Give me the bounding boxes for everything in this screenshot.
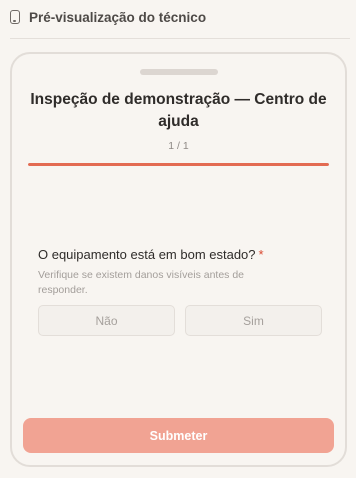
header-divider	[10, 38, 350, 39]
question-hint: Verifique se existem danos visíveis ante…	[38, 269, 245, 296]
progress-bar	[28, 163, 329, 166]
required-marker: *	[258, 247, 264, 262]
option-no-button[interactable]: Não	[38, 305, 175, 336]
form-title: Inspeção de demonstração — Centro de aju…	[30, 91, 327, 130]
phone-icon	[10, 10, 20, 24]
phone-frame: Inspeção de demonstração — Centro de aju…	[10, 52, 347, 467]
submit-button[interactable]: Submeter	[23, 418, 334, 453]
question-counter: 1 / 1	[168, 140, 189, 152]
question-text: O equipamento está em bom estado?	[38, 247, 256, 262]
preview-title: Pré-visualização do técnico	[29, 9, 207, 25]
question-label: O equipamento está em bom estado? *	[38, 247, 264, 262]
progress-fill	[28, 163, 329, 166]
option-yes-button[interactable]: Sim	[185, 305, 322, 336]
phone-notch	[140, 69, 218, 75]
preview-header: Pré-visualização do técnico	[10, 6, 206, 28]
